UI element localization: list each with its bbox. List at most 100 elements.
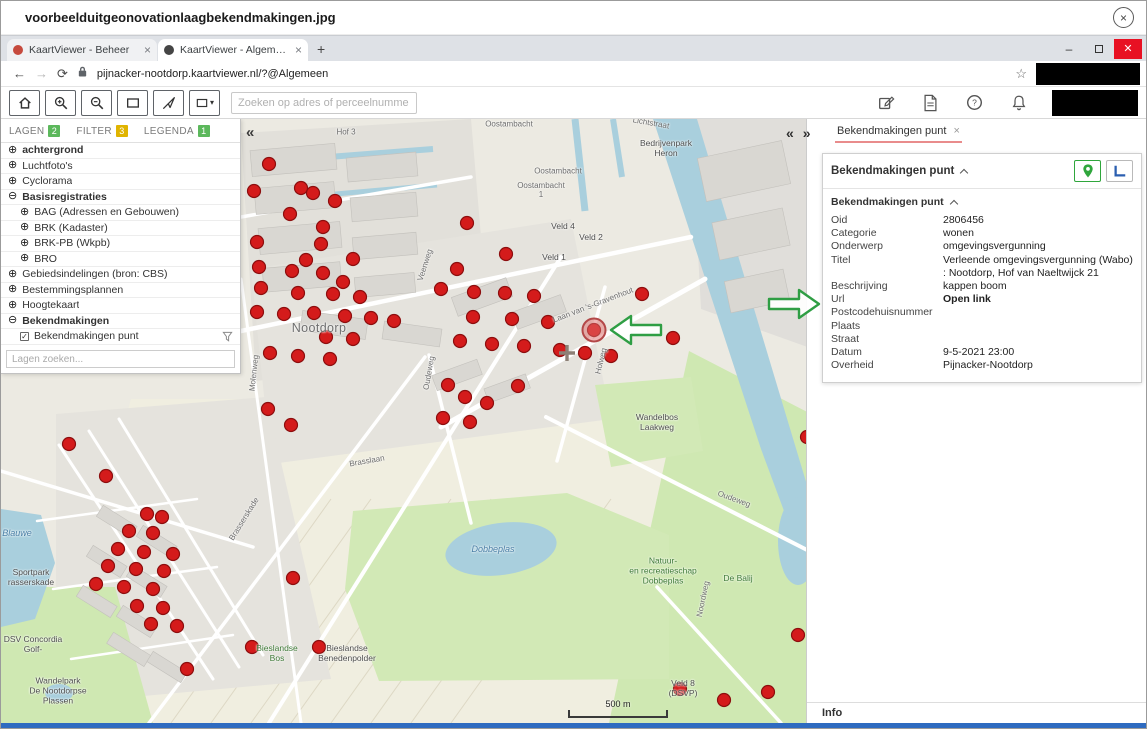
announcement-marker[interactable] [317, 221, 330, 234]
announcement-marker[interactable] [388, 315, 401, 328]
announcement-marker[interactable] [454, 335, 467, 348]
announcement-marker[interactable] [451, 263, 464, 276]
zoom-to-marker-button[interactable] [1074, 160, 1101, 182]
announcement-marker[interactable] [255, 282, 268, 295]
announcement-marker[interactable] [315, 238, 328, 251]
announcement-marker[interactable] [145, 618, 158, 631]
announcement-marker[interactable] [324, 353, 337, 366]
url-text[interactable]: pijnacker-nootdorp.kaartviewer.nl/?@Alge… [97, 68, 328, 80]
announcement-marker[interactable] [112, 543, 125, 556]
expand-node-icon[interactable]: ⊕ [8, 269, 17, 280]
announcement-marker[interactable] [284, 208, 297, 221]
announcement-marker[interactable] [481, 397, 494, 410]
layer-item[interactable]: ⊕Cyclorama [1, 174, 240, 190]
announcement-marker[interactable] [667, 332, 680, 345]
expand-node-icon[interactable]: ⊕ [8, 284, 17, 295]
announcement-marker[interactable] [486, 338, 499, 351]
announcement-marker[interactable] [718, 694, 731, 707]
layer-item[interactable]: ⊕Bestemmingsplannen [1, 283, 240, 299]
panel-tab-legenda[interactable]: LEGENDA1 [144, 125, 210, 137]
chevron-up-icon[interactable] [960, 169, 968, 177]
announcement-marker[interactable] [468, 286, 481, 299]
announcement-marker[interactable] [459, 391, 472, 404]
layer-item[interactable]: ⊕BRK-PB (Wkpb) [1, 236, 240, 252]
announcement-marker[interactable] [674, 683, 687, 696]
panel-tab-lagen[interactable]: LAGEN2 [9, 125, 60, 137]
notifications-button[interactable] [1011, 94, 1027, 111]
announcement-marker[interactable] [499, 287, 512, 300]
announcement-marker[interactable] [253, 261, 266, 274]
announcement-marker[interactable] [147, 583, 160, 596]
announcement-marker[interactable] [347, 253, 360, 266]
announcement-marker[interactable] [130, 563, 143, 576]
expand-node-icon[interactable]: ⊕ [8, 300, 17, 311]
window-close-button[interactable]: ✕ [1114, 39, 1142, 59]
layer-item[interactable]: ✓Bekendmakingen punt [1, 329, 240, 345]
export-pdf-button[interactable] [923, 94, 938, 112]
bookmark-star-icon[interactable]: ☆ [1015, 66, 1027, 82]
layer-search-input[interactable] [6, 350, 235, 368]
announcement-marker[interactable] [118, 581, 131, 594]
announcement-marker[interactable] [327, 288, 340, 301]
announcement-marker[interactable] [138, 546, 151, 559]
tab-close-icon[interactable]: × [295, 43, 302, 57]
expand-node-icon[interactable]: ⊕ [8, 160, 17, 171]
announcement-marker[interactable] [636, 288, 649, 301]
locate-tool-button[interactable] [153, 90, 184, 116]
announcement-marker[interactable] [528, 290, 541, 303]
expand-node-icon[interactable]: ⊕ [8, 145, 17, 156]
layer-item[interactable]: ⊕BAG (Adressen en Gebouwen) [1, 205, 240, 221]
expand-node-icon[interactable]: ⊕ [20, 238, 29, 249]
collapse-node-icon[interactable]: ⊖ [8, 315, 17, 326]
zoom-out-tool-button[interactable] [81, 90, 112, 116]
announcement-marker[interactable] [467, 311, 480, 324]
refresh-icon[interactable]: ⟳ [57, 66, 68, 82]
announcement-marker[interactable] [435, 283, 448, 296]
expand-panel-right-icon[interactable]: » [803, 125, 811, 141]
announcement-marker[interactable] [317, 267, 330, 280]
announcement-marker[interactable] [147, 527, 160, 540]
announcement-marker[interactable] [63, 438, 76, 451]
layer-item[interactable]: ⊕BRK (Kadaster) [1, 221, 240, 237]
announcement-marker[interactable] [313, 641, 326, 654]
window-maximize-button[interactable] [1084, 39, 1114, 59]
announcement-marker[interactable] [512, 380, 525, 393]
browser-tab[interactable]: KaartViewer - Beheer× [7, 39, 157, 61]
announcement-marker[interactable] [320, 331, 333, 344]
info-tab[interactable]: Bekendmakingen punt × [835, 122, 962, 143]
announcement-marker[interactable] [251, 306, 264, 319]
announcement-marker[interactable] [100, 470, 113, 483]
announcement-marker[interactable] [300, 254, 313, 267]
announcement-marker[interactable] [246, 641, 259, 654]
announcement-marker[interactable] [285, 419, 298, 432]
announcement-marker[interactable] [90, 578, 103, 591]
announcement-marker[interactable] [123, 525, 136, 538]
info-tab-close-icon[interactable]: × [953, 125, 959, 137]
announcement-marker[interactable] [605, 350, 618, 363]
home-tool-button[interactable] [9, 90, 40, 116]
expand-panel-left-icon[interactable]: « [786, 125, 794, 141]
tab-close-icon[interactable]: × [144, 43, 151, 57]
announcement-marker[interactable] [518, 340, 531, 353]
announcement-marker[interactable] [171, 620, 184, 633]
layer-checkbox[interactable]: ✓ [20, 332, 29, 341]
announcement-marker[interactable] [278, 308, 291, 321]
announcement-marker[interactable] [102, 560, 115, 573]
announcement-marker[interactable] [286, 265, 299, 278]
filter-icon[interactable] [222, 331, 233, 342]
announcement-marker[interactable] [248, 185, 261, 198]
announcement-marker[interactable] [461, 217, 474, 230]
expand-node-icon[interactable]: ⊕ [20, 222, 29, 233]
announcement-marker[interactable] [308, 307, 321, 320]
expand-node-icon[interactable]: ⊕ [20, 207, 29, 218]
zoom-rectangle-tool-button[interactable] [117, 90, 148, 116]
expand-node-icon[interactable]: ⊕ [8, 176, 17, 187]
layer-item[interactable]: ⊖Bekendmakingen [1, 314, 240, 330]
redline-edit-button[interactable] [877, 94, 895, 112]
announcement-marker[interactable] [365, 312, 378, 325]
announcement-marker[interactable] [287, 572, 300, 585]
announcement-marker[interactable] [506, 313, 519, 326]
layer-item[interactable]: ⊕Hoogtekaart [1, 298, 240, 314]
back-icon[interactable]: ← [13, 66, 26, 81]
announcement-marker[interactable] [437, 412, 450, 425]
